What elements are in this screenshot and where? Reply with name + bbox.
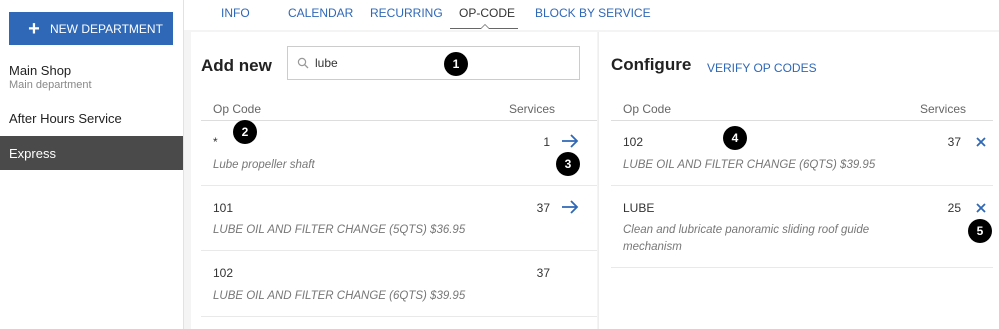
op-code-column-header: Op Code — [623, 102, 672, 116]
op-code-description: LUBE OIL AND FILTER CHANGE (6QTS) $39.95 — [213, 290, 466, 302]
callout-badge: 5 — [968, 219, 992, 243]
department-item-express[interactable]: Express — [0, 136, 183, 170]
new-department-button[interactable]: + NEW DEPARTMENT — [9, 12, 173, 45]
department-item-after-hours[interactable]: After Hours Service — [0, 111, 183, 131]
services-column-header: Services — [920, 102, 967, 116]
op-code-description: LUBE OIL AND FILTER CHANGE (6QTS) $39.95 — [623, 159, 876, 171]
tab-calendar[interactable]: CALENDAR — [288, 6, 353, 20]
arrow-right-icon[interactable] — [560, 198, 580, 216]
tab-op-code[interactable]: OP-CODE — [459, 6, 515, 20]
new-department-label: NEW DEPARTMENT — [50, 21, 163, 36]
callout-badge: 4 — [723, 126, 747, 150]
services-count: 37 — [536, 266, 550, 280]
add-new-panel: Add new Op Code Services * 1 Lube propel… — [191, 32, 597, 329]
services-count: 37 — [536, 201, 550, 215]
op-code-cell: * — [213, 135, 218, 149]
add-new-heading: Add new — [201, 56, 272, 75]
header-divider — [201, 120, 597, 121]
op-code-description: Clean and lubricate panoramic sliding ro… — [623, 224, 870, 253]
arrow-right-icon[interactable] — [560, 132, 580, 150]
op-code-cell: 101 — [213, 201, 234, 215]
search-icon — [297, 57, 309, 69]
department-sidebar: + NEW DEPARTMENT Main Shop Main departme… — [0, 0, 184, 329]
op-code-description: LUBE OIL AND FILTER CHANGE (5QTS) $36.95 — [213, 224, 466, 236]
op-code-search — [287, 46, 580, 80]
tab-block-by-service[interactable]: BLOCK BY SERVICE — [535, 6, 651, 20]
tab-bar: INFO CALENDAR RECURRING OP-CODE BLOCK BY… — [184, 0, 999, 30]
services-count: 37 — [947, 135, 961, 149]
callout-badge: 3 — [556, 152, 580, 176]
department-name: Main Shop — [9, 63, 72, 78]
tab-recurring[interactable]: RECURRING — [370, 6, 443, 20]
services-count: 1 — [543, 135, 550, 149]
op-code-cell: LUBE — [623, 201, 655, 215]
header-divider — [611, 120, 993, 121]
op-code-cell: 102 — [623, 135, 644, 149]
department-item-main-shop[interactable]: Main Shop Main department — [0, 63, 183, 97]
close-icon[interactable] — [971, 199, 991, 217]
tab-info[interactable]: INFO — [221, 6, 250, 20]
op-code-cell: 102 — [213, 266, 234, 280]
op-code-column-header: Op Code — [213, 102, 262, 116]
op-code-description: Lube propeller shaft — [213, 159, 315, 171]
callout-badge: 1 — [444, 52, 468, 76]
department-subtitle: Main department — [9, 79, 92, 91]
department-name: After Hours Service — [9, 111, 122, 126]
search-input[interactable] — [315, 56, 555, 70]
services-count: 25 — [947, 201, 961, 215]
callout-badge: 2 — [233, 120, 257, 144]
close-icon[interactable] — [971, 133, 991, 151]
configure-panel: Configure VERIFY OP CODES Op Code Servic… — [598, 32, 999, 329]
configure-heading: Configure — [611, 55, 692, 74]
verify-op-codes-link[interactable]: VERIFY OP CODES — [707, 61, 817, 75]
services-column-header: Services — [509, 102, 556, 116]
department-name: Express — [9, 145, 56, 161]
plus-icon: + — [28, 17, 40, 40]
